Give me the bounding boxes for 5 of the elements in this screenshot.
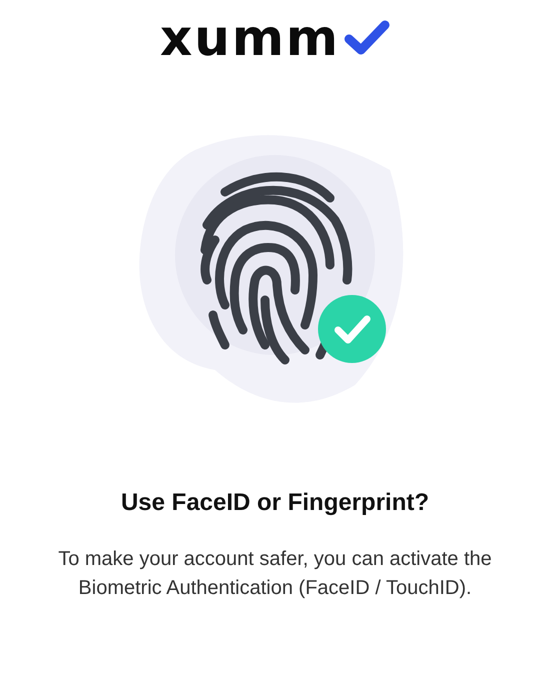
check-circle-icon (318, 295, 386, 363)
title: Use FaceID or Fingerprint? (120, 488, 430, 518)
checkmark-icon (344, 19, 390, 57)
description: To make your account safer, you can activate the Biometric Authentication (FaceID / TouchID). (57, 547, 493, 601)
logo-text: xumm (160, 13, 340, 63)
